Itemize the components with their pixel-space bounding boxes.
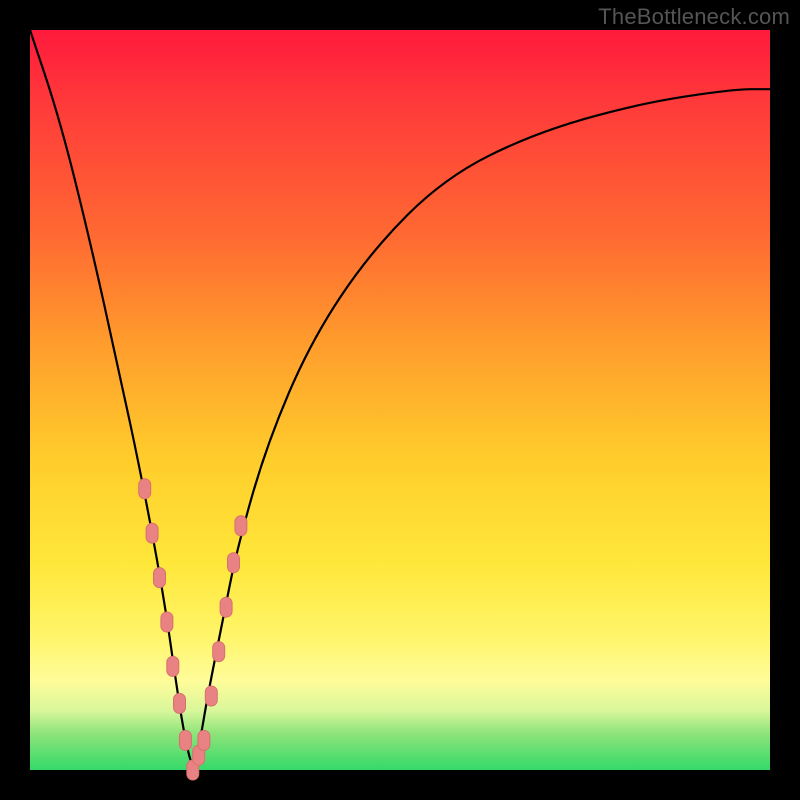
curve-marker [146,523,158,543]
curve-marker [205,686,217,706]
curve-marker [167,656,179,676]
marker-group [139,479,247,780]
watermark-text: TheBottleneck.com [598,4,790,30]
plot-area [30,30,770,770]
curve-marker [213,642,225,662]
curve-marker [179,730,191,750]
curve-marker [228,553,240,573]
curve-marker [174,693,186,713]
curve-marker [154,568,166,588]
curve-marker [198,730,210,750]
bottleneck-curve [30,30,770,763]
curve-layer [30,30,770,770]
curve-marker [220,597,232,617]
curve-marker [161,612,173,632]
curve-marker [139,479,151,499]
curve-marker [235,516,247,536]
chart-frame: TheBottleneck.com [0,0,800,800]
